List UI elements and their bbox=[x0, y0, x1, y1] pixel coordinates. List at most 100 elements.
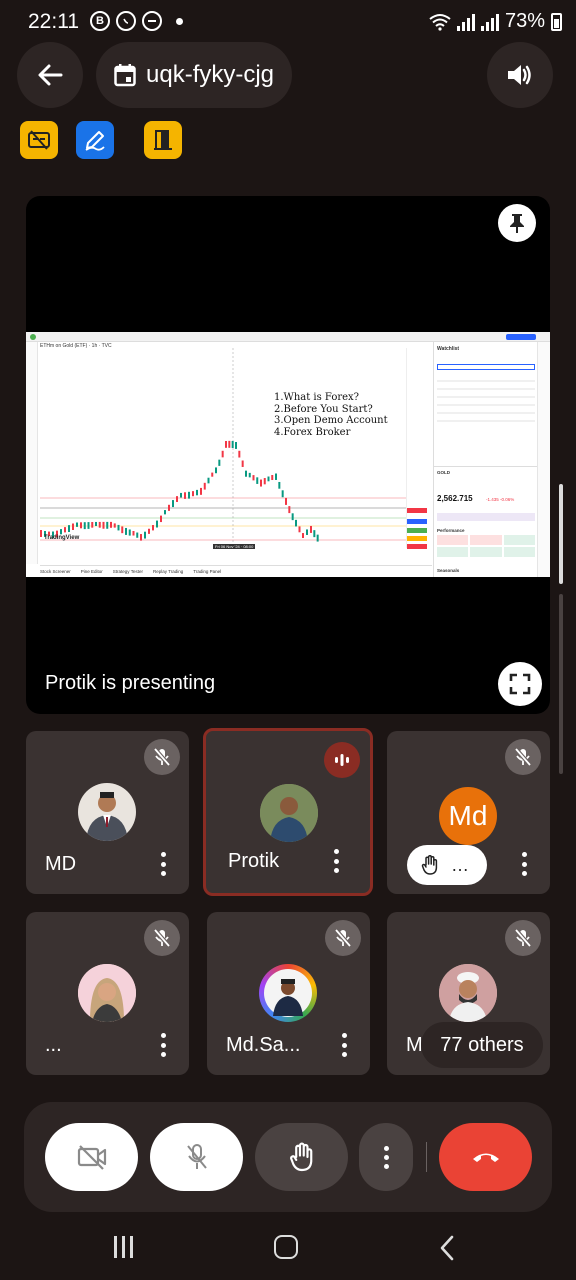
candle bbox=[203, 482, 206, 490]
whiteboard-button[interactable] bbox=[76, 121, 114, 159]
candle bbox=[91, 522, 94, 528]
candle bbox=[102, 521, 105, 529]
slide-tab: Replay Trading bbox=[152, 569, 184, 574]
more-options-icon[interactable] bbox=[522, 852, 528, 876]
candle bbox=[172, 500, 174, 508]
agenda-item: 1.What is Forex? bbox=[274, 392, 360, 403]
status-time: 22:11 bbox=[28, 10, 79, 33]
captions-off-button[interactable] bbox=[20, 121, 58, 159]
candle bbox=[192, 491, 194, 497]
more-options-icon[interactable] bbox=[161, 852, 167, 876]
participant-tile-protik[interactable]: Protik bbox=[203, 728, 373, 896]
status-system-icons: 73% bbox=[429, 10, 562, 33]
raised-hand-badge: … bbox=[407, 845, 487, 885]
candle bbox=[221, 450, 224, 458]
candle bbox=[267, 476, 270, 482]
others-count-button[interactable]: 77 others bbox=[421, 1022, 543, 1068]
hang-up-icon bbox=[472, 1153, 499, 1162]
caption-off-icon bbox=[28, 130, 50, 150]
candle bbox=[184, 492, 186, 499]
camera-toggle-button[interactable] bbox=[45, 1123, 138, 1191]
candle bbox=[241, 460, 244, 467]
candle bbox=[248, 472, 251, 478]
wifi-icon bbox=[429, 13, 451, 31]
leave-room-button[interactable] bbox=[144, 121, 182, 159]
recents-button[interactable] bbox=[114, 1236, 133, 1258]
slide-time-label: Fri 06 Nov '24 · 08:00 bbox=[213, 544, 256, 549]
candle bbox=[72, 523, 74, 530]
meeting-code: uqk-fyky-cjg bbox=[146, 61, 275, 88]
presentation-area[interactable]: ETHm on Gold (ETF) · 1h · TVC 1.What is … bbox=[26, 196, 550, 714]
camera-off-icon bbox=[77, 1145, 106, 1170]
slide-candle-chart bbox=[40, 348, 406, 548]
audio-output-button[interactable] bbox=[487, 42, 553, 108]
home-button[interactable] bbox=[274, 1235, 298, 1259]
fullscreen-icon bbox=[509, 673, 531, 695]
candle bbox=[110, 521, 112, 528]
slide-price-scale bbox=[406, 348, 432, 549]
more-options-icon[interactable] bbox=[161, 1033, 167, 1057]
raise-hand-button[interactable] bbox=[255, 1123, 348, 1191]
pin-button[interactable] bbox=[498, 204, 536, 242]
candle bbox=[106, 521, 109, 529]
candle bbox=[113, 523, 116, 528]
participant-tile-4[interactable]: ... bbox=[26, 912, 189, 1075]
participant-name: Md.Sa... bbox=[226, 1034, 301, 1056]
hand-raised-icon bbox=[421, 855, 438, 875]
arrow-left-icon bbox=[38, 64, 63, 86]
candle bbox=[80, 522, 82, 529]
system-nav-bar bbox=[0, 1212, 576, 1280]
slide-watchlist-panel: Watchlist GOLD 2,562.715 -1.435 -0.06% P… bbox=[433, 342, 538, 577]
more-options-button[interactable] bbox=[359, 1123, 413, 1191]
back-button[interactable] bbox=[17, 42, 83, 108]
candle bbox=[235, 442, 237, 449]
meeting-code-button[interactable]: uqk-fyky-cjg bbox=[96, 42, 292, 108]
candle bbox=[136, 532, 139, 538]
whatsapp-icon bbox=[116, 11, 136, 31]
slide-tab: Trading Panel bbox=[193, 569, 222, 574]
back-nav-button[interactable] bbox=[438, 1235, 456, 1261]
participant-tile-md[interactable]: MD bbox=[26, 731, 189, 894]
calendar-icon bbox=[114, 64, 136, 87]
mic-off-icon bbox=[505, 920, 541, 956]
candle bbox=[60, 529, 62, 535]
more-options-icon[interactable] bbox=[342, 1033, 348, 1057]
speaking-indicator-icon bbox=[324, 742, 360, 778]
fullscreen-button[interactable] bbox=[498, 662, 542, 706]
whiteboard-edit-icon bbox=[85, 131, 105, 151]
slide-watermark: TradingView bbox=[44, 535, 80, 541]
watchlist-price: 2,562.715 bbox=[437, 494, 473, 503]
candle bbox=[40, 530, 42, 537]
battery-icon bbox=[551, 12, 562, 31]
watchlist-change: -1.435 -0.06% bbox=[486, 497, 515, 502]
candle bbox=[160, 515, 162, 523]
watchlist-header: Watchlist bbox=[437, 346, 460, 352]
mic-toggle-button[interactable] bbox=[150, 1123, 243, 1191]
controls-divider bbox=[426, 1142, 427, 1172]
participant-tile-mdsa[interactable]: Md.Sa... bbox=[207, 912, 370, 1075]
candle bbox=[295, 519, 297, 527]
participant-tile-md-initials[interactable]: Md … bbox=[387, 731, 550, 894]
candle bbox=[306, 529, 308, 535]
candle bbox=[200, 487, 202, 495]
participant-name: MD bbox=[45, 853, 77, 875]
candle bbox=[211, 472, 214, 477]
candle bbox=[144, 531, 146, 539]
avatar bbox=[78, 964, 136, 1022]
notification-dot-icon bbox=[176, 18, 183, 25]
candle bbox=[298, 526, 301, 533]
more-options-icon[interactable] bbox=[334, 849, 340, 873]
candle bbox=[148, 528, 150, 534]
mic-off-icon bbox=[325, 920, 361, 956]
participant-tile-others[interactable]: Md 77 others bbox=[387, 912, 550, 1075]
candle bbox=[225, 441, 227, 448]
avatar bbox=[259, 964, 317, 1022]
end-call-button[interactable] bbox=[439, 1123, 532, 1191]
call-controls-bar bbox=[24, 1102, 552, 1212]
pin-icon bbox=[510, 214, 524, 233]
slide-agenda: 1.What is Forex? 2.Before You Start? 3.O… bbox=[274, 392, 388, 438]
agenda-item: 3.Open Demo Account bbox=[274, 415, 388, 426]
scroll-indicator[interactable] bbox=[559, 484, 563, 584]
participant-name: Protik bbox=[228, 850, 280, 872]
candle bbox=[271, 475, 274, 481]
